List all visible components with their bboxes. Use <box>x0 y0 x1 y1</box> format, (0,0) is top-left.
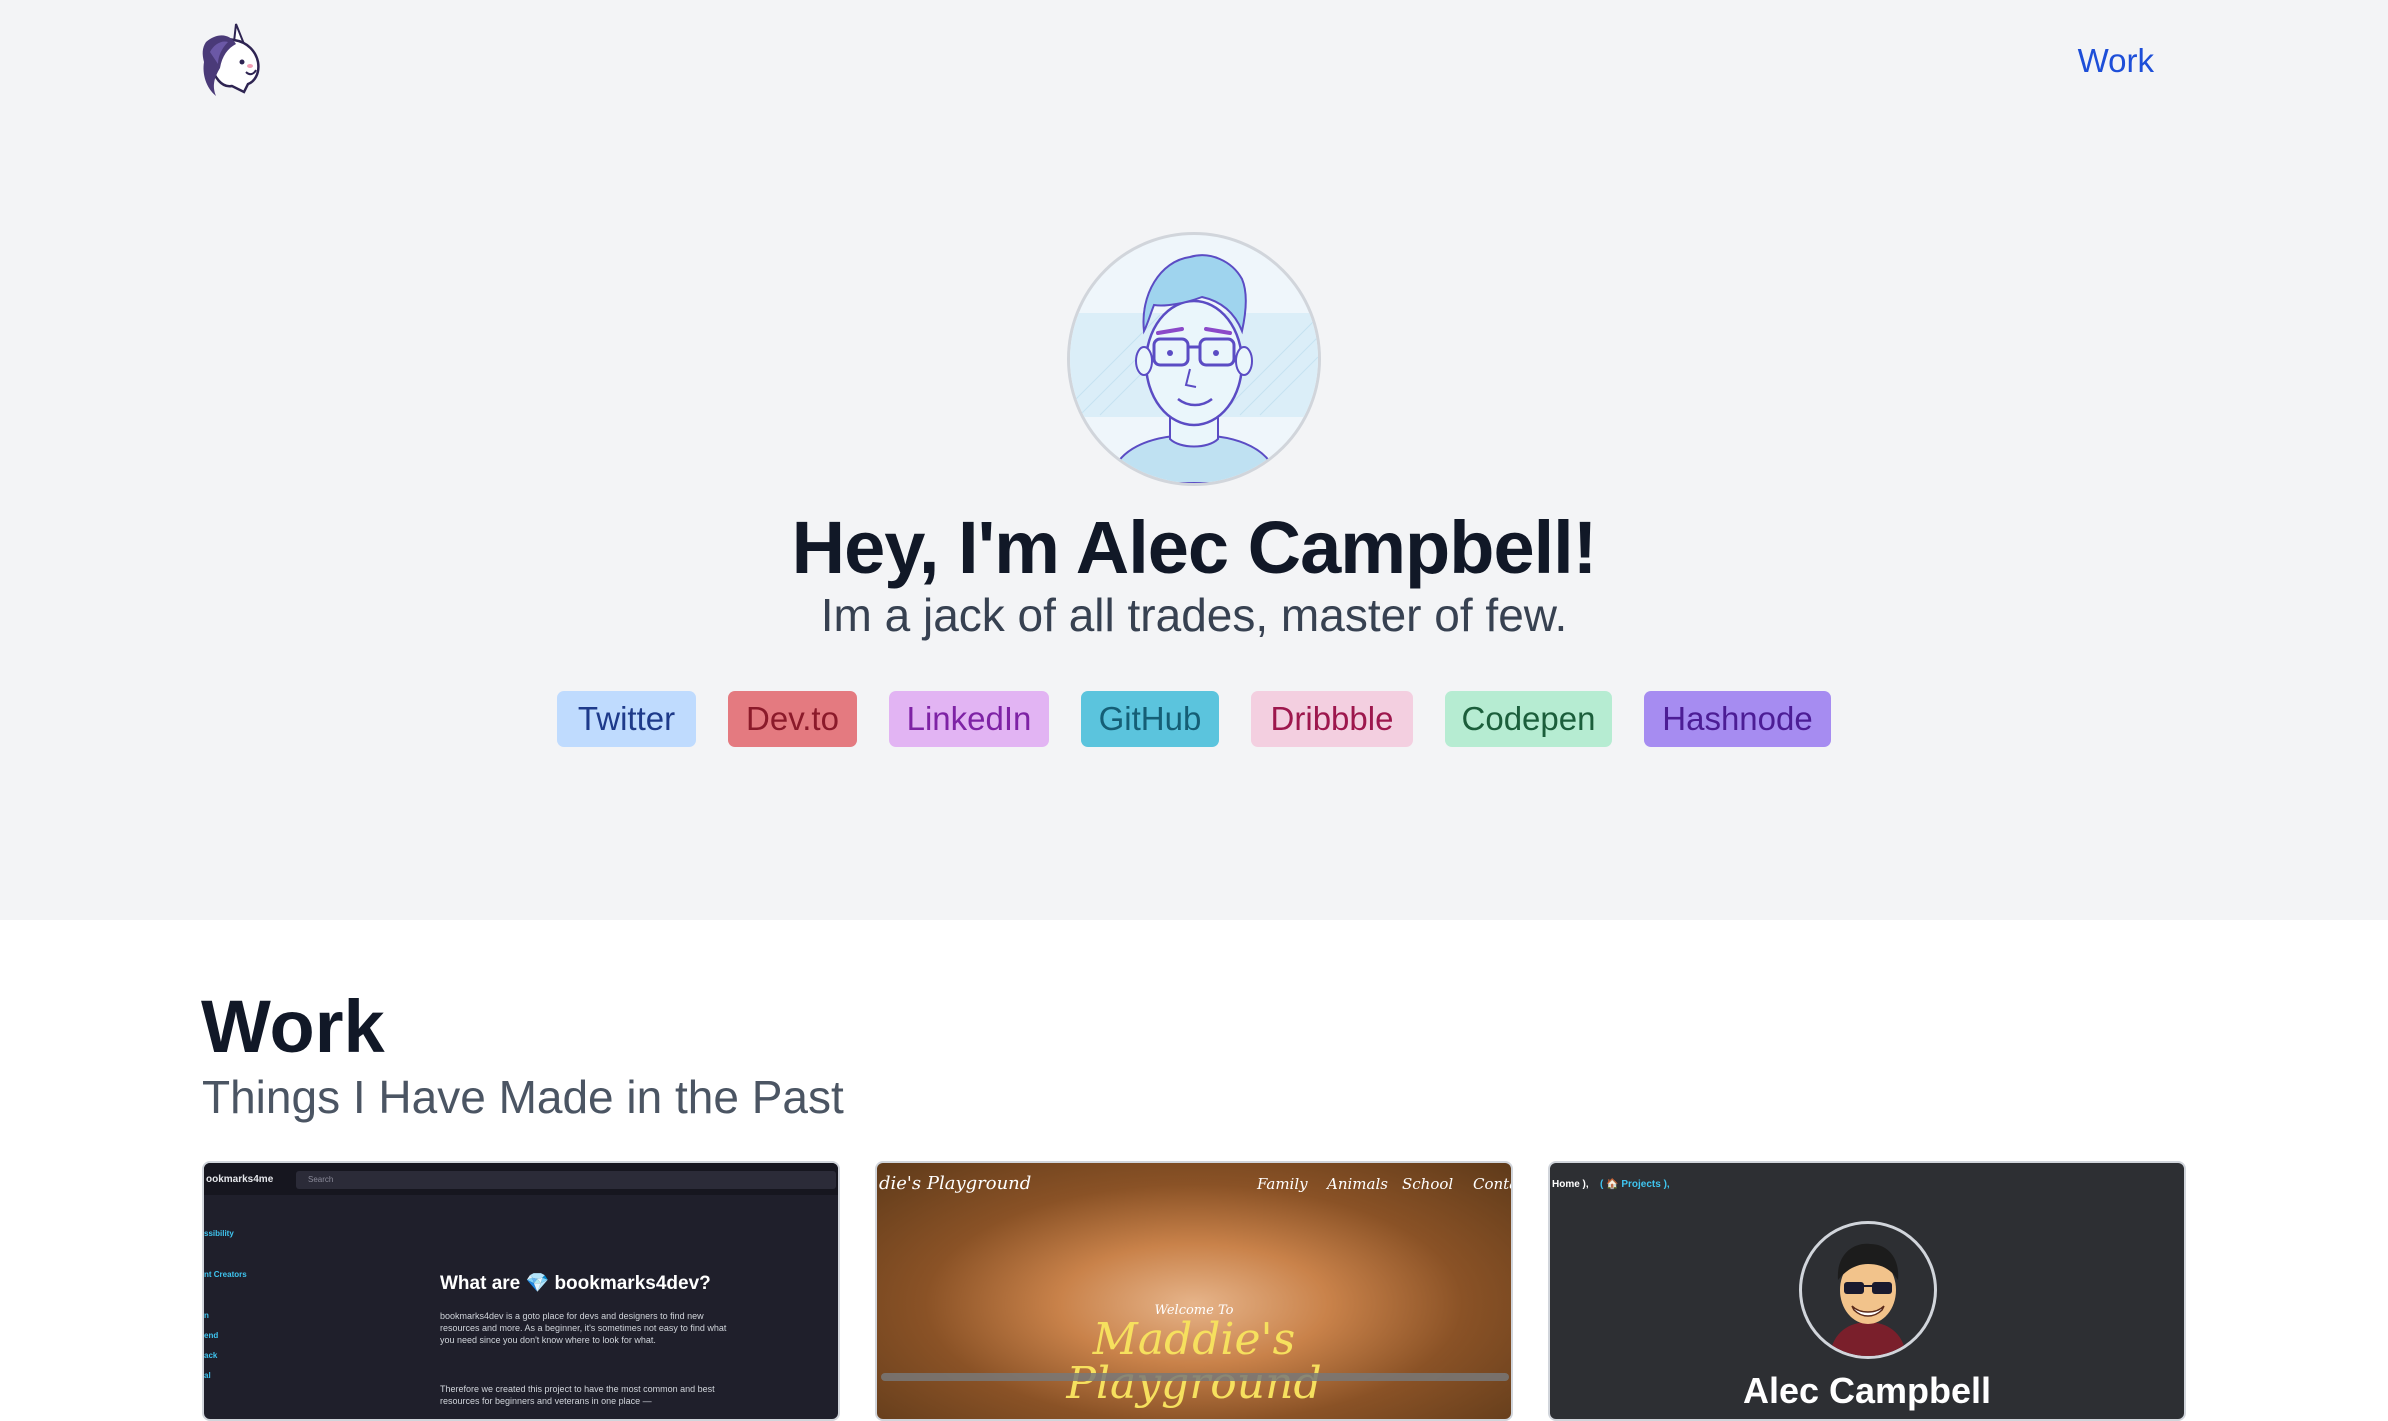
card-nav-item: Animals <box>1327 1175 1388 1193</box>
social-link-linkedin[interactable]: LinkedIn <box>889 691 1049 747</box>
card-nav-item: Family <box>1257 1175 1308 1193</box>
social-link-devto[interactable]: Dev.to <box>728 691 857 747</box>
hero-title: Hey, I'm Alec Campbell! <box>791 506 1598 589</box>
avatar <box>1067 232 1321 486</box>
card-breadcrumb: ( 🏠 Projects ), <box>1600 1179 1670 1190</box>
project-card-portfolio[interactable]: Home ), ( 🏠 Projects ), Alec Campbell <box>1548 1161 2186 1421</box>
work-title: Work <box>201 985 385 1068</box>
hero-subtitle: Im a jack of all trades, master of few. <box>820 589 1568 641</box>
card-big-title-line: Playground <box>1066 1358 1322 1409</box>
card-side-item: ack <box>204 1351 218 1360</box>
social-link-dribbble[interactable]: Dribbble <box>1251 691 1413 747</box>
hero-section: Work Hey, I'm Alec Campbell! Im a jack o… <box>0 0 2388 920</box>
card-paragraph: bookmarks4dev is a goto place for devs a… <box>440 1311 727 1345</box>
card-side-item: nt Creators <box>204 1270 247 1279</box>
social-link-codepen[interactable]: Codepen <box>1445 691 1612 747</box>
card-nav-item: Conta <box>1473 1175 1511 1193</box>
card-avatar <box>1799 1221 1937 1359</box>
unicorn-logo-icon[interactable] <box>200 22 266 104</box>
card-name: Alec Campbell <box>1742 1370 1992 1411</box>
social-link-twitter[interactable]: Twitter <box>557 691 696 747</box>
card-side-item: end <box>204 1331 219 1340</box>
card-big-title: Maddie's Playground <box>877 1318 1511 1406</box>
project-card-maddies-playground[interactable]: die's Playground Family Animals School C… <box>875 1161 1513 1421</box>
social-link-github[interactable]: GitHub <box>1081 691 1219 747</box>
card-heading: What are 💎 bookmarks4dev? <box>440 1273 711 1294</box>
work-subtitle: Things I Have Made in the Past <box>202 1071 844 1123</box>
card-search-input: Search <box>296 1171 836 1189</box>
card-side-item: ssibility <box>204 1229 234 1238</box>
card-paragraph: Therefore we created this project to hav… <box>440 1384 715 1406</box>
social-link-hashnode[interactable]: Hashnode <box>1644 691 1831 747</box>
card-scrollbar[interactable] <box>881 1373 1509 1381</box>
card-breadcrumb: Home ), <box>1552 1179 1589 1190</box>
card-site-title: die's Playground <box>879 1173 1032 1194</box>
card-nav-item: School <box>1402 1175 1454 1193</box>
nav-work-link[interactable]: Work <box>2078 42 2154 80</box>
project-card-bookmarks4dev[interactable]: ookmarks4me Search ssibility nt Creators… <box>202 1161 840 1421</box>
card-side-item: n <box>204 1311 209 1320</box>
card-brand: ookmarks4me <box>206 1174 274 1185</box>
card-side-item: al <box>204 1371 211 1380</box>
